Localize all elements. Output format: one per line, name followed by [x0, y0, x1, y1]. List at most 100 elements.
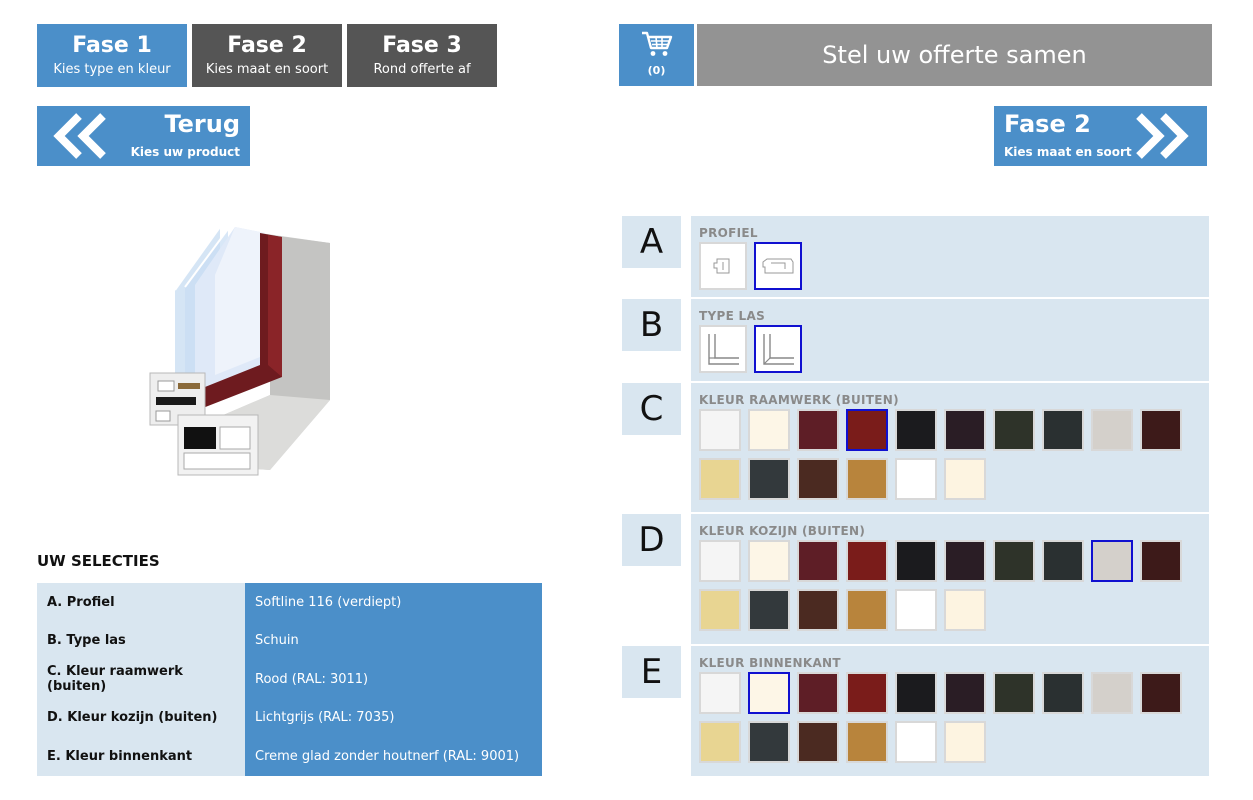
color-swatch[interactable]	[895, 409, 937, 451]
selection-key: A. Profiel	[37, 583, 245, 622]
selections-heading: UW SELECTIES	[37, 552, 160, 570]
color-swatch[interactable]	[846, 458, 888, 500]
color-swatch[interactable]	[748, 672, 790, 714]
color-swatch[interactable]	[1042, 672, 1084, 714]
table-row: C. Kleur raamwerk (buiten) Rood (RAL: 30…	[37, 660, 542, 699]
option-letter-c: C	[622, 383, 681, 435]
color-swatch[interactable]	[699, 721, 741, 763]
color-swatch[interactable]	[895, 589, 937, 631]
color-swatch[interactable]	[846, 409, 888, 451]
option-panel-kleur-raamwerk: KLEUR RAAMWERK (BUITEN)	[691, 383, 1209, 512]
next-phase-button[interactable]: Fase 2 Kies maat en soort	[994, 106, 1207, 166]
color-swatch[interactable]	[699, 540, 741, 582]
color-swatch[interactable]	[993, 540, 1035, 582]
color-swatch[interactable]	[944, 672, 986, 714]
color-swatch[interactable]	[797, 589, 839, 631]
color-swatch[interactable]	[748, 589, 790, 631]
color-swatch[interactable]	[748, 409, 790, 451]
selection-key: B. Type las	[37, 621, 245, 660]
double-chevron-right-icon	[1136, 113, 1189, 159]
option-panel-kleur-binnenkant: KLEUR BINNENKANT	[691, 646, 1209, 776]
color-swatch[interactable]	[699, 589, 741, 631]
corner-weld-icon	[708, 334, 739, 365]
option-label: KLEUR KOZIJN (BUITEN)	[699, 524, 866, 538]
phase-subtitle: Kies maat en soort	[205, 62, 329, 77]
option-panel-kleur-kozijn: KLEUR KOZIJN (BUITEN)	[691, 514, 1209, 644]
profile-icon	[762, 258, 794, 274]
color-swatch[interactable]	[895, 540, 937, 582]
color-swatch[interactable]	[846, 672, 888, 714]
double-chevron-left-icon	[53, 113, 106, 159]
selection-value: Creme glad zonder houtnerf (RAL: 9001)	[245, 737, 542, 776]
option-letter-a: A	[622, 216, 681, 268]
color-swatch[interactable]	[797, 458, 839, 500]
profile-option-2[interactable]	[754, 242, 802, 290]
color-swatch[interactable]	[1042, 540, 1084, 582]
option-panel-profiel: PROFIEL	[691, 216, 1209, 297]
phase-subtitle: Rond offerte af	[373, 62, 471, 77]
color-swatch[interactable]	[699, 409, 741, 451]
option-label: KLEUR BINNENKANT	[699, 656, 841, 670]
profile-icon	[713, 258, 730, 274]
window-profile-image	[149, 226, 330, 476]
selection-key: C. Kleur raamwerk (buiten)	[37, 660, 245, 699]
color-swatch[interactable]	[1042, 409, 1084, 451]
corner-weld-icon	[763, 334, 794, 365]
color-swatch[interactable]	[748, 458, 790, 500]
cart-button[interactable]: (0)	[619, 24, 694, 86]
color-swatch[interactable]	[846, 589, 888, 631]
profile-option-1[interactable]	[699, 242, 747, 290]
phase-subtitle: Kies type en kleur	[53, 62, 171, 77]
color-swatch[interactable]	[993, 409, 1035, 451]
color-swatch[interactable]	[895, 721, 937, 763]
color-swatch-grid	[699, 409, 1199, 500]
color-swatch[interactable]	[944, 721, 986, 763]
compose-quote-button[interactable]: Stel uw offerte samen	[697, 24, 1212, 86]
option-label: PROFIEL	[699, 226, 758, 240]
option-label: TYPE LAS	[699, 309, 766, 323]
color-swatch[interactable]	[944, 458, 986, 500]
color-swatch[interactable]	[895, 458, 937, 500]
selections-table: A. Profiel Softline 116 (verdiept) B. Ty…	[37, 583, 542, 776]
color-swatch[interactable]	[699, 672, 741, 714]
back-button[interactable]: Terug Kies uw product	[37, 106, 250, 166]
color-swatch-grid	[699, 672, 1199, 763]
color-swatch[interactable]	[748, 721, 790, 763]
weld-option-mitred[interactable]	[754, 325, 802, 373]
color-swatch[interactable]	[699, 458, 741, 500]
option-panel-type-las: TYPE LAS	[691, 299, 1209, 381]
color-swatch[interactable]	[1091, 540, 1133, 582]
selection-key: E. Kleur binnenkant	[37, 737, 245, 776]
option-letter-e: E	[622, 646, 681, 698]
phase-title: Fase 3	[382, 33, 462, 58]
color-swatch[interactable]	[1091, 672, 1133, 714]
color-swatch[interactable]	[846, 540, 888, 582]
color-swatch[interactable]	[1140, 672, 1182, 714]
back-title: Terug	[164, 110, 240, 138]
phase-tab-3[interactable]: Fase 3 Rond offerte af	[347, 24, 497, 87]
option-letter-b: B	[622, 299, 681, 351]
color-swatch[interactable]	[846, 721, 888, 763]
color-swatch[interactable]	[797, 540, 839, 582]
phase-tab-2[interactable]: Fase 2 Kies maat en soort	[192, 24, 342, 87]
phase-tab-1[interactable]: Fase 1 Kies type en kleur	[37, 24, 187, 87]
weld-option-straight[interactable]	[699, 325, 747, 373]
color-swatch[interactable]	[944, 589, 986, 631]
color-swatch-grid	[699, 540, 1199, 631]
color-swatch[interactable]	[944, 409, 986, 451]
color-swatch[interactable]	[797, 721, 839, 763]
cart-count: (0)	[647, 64, 666, 77]
color-swatch[interactable]	[797, 409, 839, 451]
color-swatch[interactable]	[1140, 540, 1182, 582]
option-label: KLEUR RAAMWERK (BUITEN)	[699, 393, 899, 407]
color-swatch[interactable]	[993, 672, 1035, 714]
color-swatch[interactable]	[895, 672, 937, 714]
color-swatch[interactable]	[1140, 409, 1182, 451]
option-letter-d: D	[622, 514, 681, 566]
color-swatch[interactable]	[1091, 409, 1133, 451]
color-swatch[interactable]	[944, 540, 986, 582]
table-row: A. Profiel Softline 116 (verdiept)	[37, 583, 542, 622]
color-swatch[interactable]	[797, 672, 839, 714]
color-swatch[interactable]	[748, 540, 790, 582]
selection-value: Schuin	[245, 621, 542, 660]
